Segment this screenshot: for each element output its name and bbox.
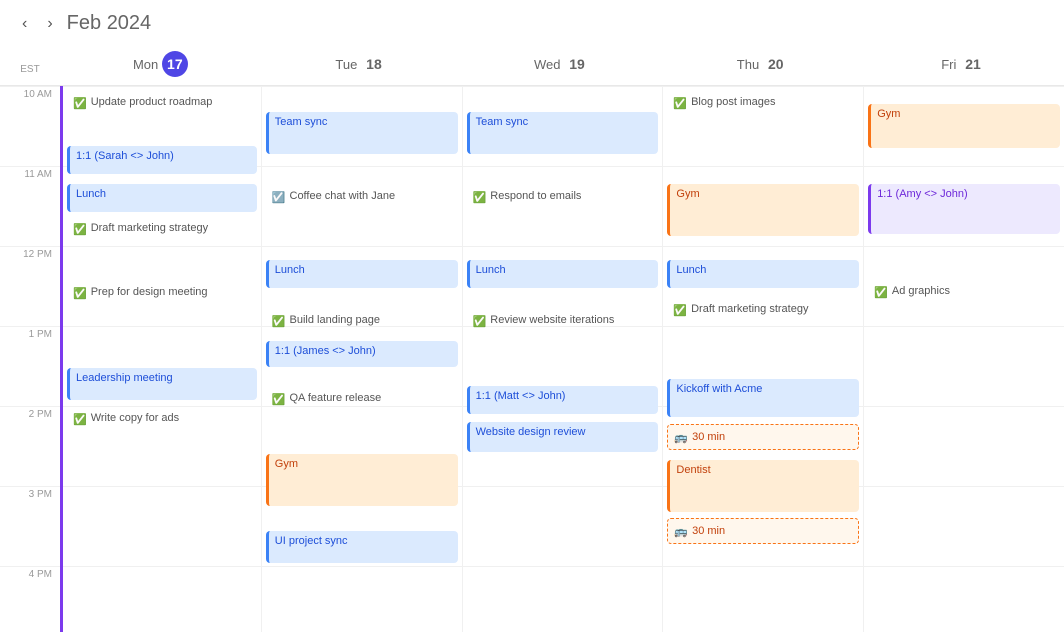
event-tue-qa-feature[interactable]: ✅ QA feature release <box>266 388 458 414</box>
day-col-thu: ✅ Blog post images Gym Lunch ✅ Draft mar… <box>662 86 863 632</box>
event-wed-respond-emails[interactable]: ✅ Respond to emails <box>467 186 659 212</box>
header-month: Feb <box>67 12 101 34</box>
event-mon-lunch[interactable]: Lunch <box>67 184 257 212</box>
event-fri-1on1-amy[interactable]: 1:1 (Amy <> John) <box>868 184 1060 234</box>
event-tue-build-landing[interactable]: ✅ Build landing page <box>266 310 458 336</box>
event-tue-gym[interactable]: Gym <box>266 454 458 506</box>
event-thu-30min-1[interactable]: 🚌 30 min <box>667 424 859 450</box>
day-col-wed: Team sync ✅ Respond to emails Lunch ✅ Re… <box>462 86 663 632</box>
check-icon: ✅ <box>473 191 487 204</box>
day-header-wed: Wed 19 <box>462 43 663 85</box>
day-label-fri: Fri <box>941 57 960 72</box>
time-3pm: 3 PM <box>0 486 60 566</box>
check-icon: ✅ <box>673 97 687 110</box>
day-header-mon: Mon 17 <box>60 43 261 85</box>
time-1pm: 1 PM <box>0 326 60 406</box>
event-thu-dentist[interactable]: Dentist <box>667 460 859 512</box>
check-icon: ✅ <box>874 286 888 299</box>
header-year: 2024 <box>107 12 152 34</box>
event-tue-team-sync[interactable]: Team sync <box>266 112 458 154</box>
event-tue-1on1-james[interactable]: 1:1 (James <> John) <box>266 341 458 367</box>
day-headers-row: EST Mon 17 Tue 18 Wed 19 Thu 20 Fri 21 <box>0 43 1064 86</box>
day-header-fri: Fri 21 <box>863 43 1064 85</box>
day-label-mon: Mon <box>133 57 162 72</box>
event-wed-review-website[interactable]: ✅ Review website iterations <box>467 310 659 358</box>
event-fri-gym[interactable]: Gym <box>868 104 1060 148</box>
check-icon: ✅ <box>272 393 286 406</box>
scroll-area[interactable]: 10 AM 11 AM 12 PM 1 PM 2 PM 3 PM 4 PM <box>0 86 1064 632</box>
day-num-wed: 19 <box>564 51 590 77</box>
day-label-thu: Thu <box>737 57 763 72</box>
check-icon: ✅ <box>73 413 87 426</box>
check-icon: ✅ <box>473 315 487 328</box>
day-label-wed: Wed <box>534 57 564 72</box>
event-thu-draft-marketing[interactable]: ✅ Draft marketing strategy <box>667 299 859 325</box>
event-wed-1on1-matt[interactable]: 1:1 (Matt <> John) <box>467 386 659 414</box>
event-fri-ad-graphics[interactable]: ✅ Ad graphics <box>868 281 1060 336</box>
check-icon: ✅ <box>73 287 87 300</box>
timezone-label: EST <box>0 43 60 85</box>
check-icon: ✅ <box>73 97 87 110</box>
event-wed-team-sync[interactable]: Team sync <box>467 112 659 154</box>
day-label-tue: Tue <box>335 57 361 72</box>
calendar-wrapper: ‹ › Feb 2024 EST Mon 17 Tue 18 Wed 19 Th… <box>0 0 1064 632</box>
time-12pm: 12 PM <box>0 246 60 326</box>
day-num-tue: 18 <box>361 51 387 77</box>
event-tue-lunch[interactable]: Lunch <box>266 260 458 288</box>
check-icon: ✅ <box>272 315 286 328</box>
time-4pm: 4 PM <box>0 566 60 632</box>
event-thu-gym[interactable]: Gym <box>667 184 859 236</box>
day-col-tue: Team sync ☑️ Coffee chat with Jane Lunch… <box>261 86 462 632</box>
event-mon-leadership[interactable]: Leadership meeting <box>67 368 257 400</box>
day-header-thu: Thu 20 <box>662 43 863 85</box>
check-icon: ☑️ <box>272 191 286 204</box>
check-icon: ✅ <box>673 304 687 317</box>
day-col-fri: Gym 1:1 (Amy <> John) ✅ Ad graphics <box>863 86 1064 632</box>
day-num-thu: 20 <box>763 51 789 77</box>
check-icon: ✅ <box>73 223 87 236</box>
event-wed-website-design[interactable]: Website design review <box>467 422 659 452</box>
time-10am: 10 AM <box>0 86 60 166</box>
event-thu-blog-images[interactable]: ✅ Blog post images <box>667 92 859 118</box>
day-header-tue: Tue 18 <box>261 43 462 85</box>
time-labels-col: 10 AM 11 AM 12 PM 1 PM 2 PM 3 PM 4 PM <box>0 86 60 632</box>
event-thu-30min-2[interactable]: 🚌 30 min <box>667 518 859 544</box>
next-button[interactable]: › <box>41 13 58 35</box>
calendar-grid: EST Mon 17 Tue 18 Wed 19 Thu 20 Fri 21 <box>0 43 1064 632</box>
day-num-mon: 17 <box>162 51 188 77</box>
event-wed-lunch[interactable]: Lunch <box>467 260 659 288</box>
event-mon-draft-marketing[interactable]: ✅ Draft marketing strategy <box>67 218 257 244</box>
calendar-header: ‹ › Feb 2024 <box>0 0 1064 43</box>
event-mon-update-roadmap[interactable]: ✅ Update product roadmap <box>67 92 257 118</box>
day-col-mon: ✅ Update product roadmap 1:1 (Sarah <> J… <box>60 86 261 632</box>
time-11am: 11 AM <box>0 166 60 246</box>
event-thu-kickoff-acme[interactable]: Kickoff with Acme <box>667 379 859 417</box>
event-mon-1on1-sarah[interactable]: 1:1 (Sarah <> John) <box>67 146 257 174</box>
event-tue-coffee-chat[interactable]: ☑️ Coffee chat with Jane <box>266 186 458 212</box>
event-tue-ui-sync[interactable]: UI project sync <box>266 531 458 563</box>
time-2pm: 2 PM <box>0 406 60 486</box>
day-num-fri: 21 <box>960 51 986 77</box>
header-title: Feb 2024 <box>67 12 152 35</box>
event-thu-lunch[interactable]: Lunch <box>667 260 859 288</box>
event-mon-write-copy[interactable]: ✅ Write copy for ads <box>67 408 257 463</box>
prev-button[interactable]: ‹ <box>16 13 33 35</box>
event-mon-prep-design[interactable]: ✅ Prep for design meeting <box>67 282 257 308</box>
